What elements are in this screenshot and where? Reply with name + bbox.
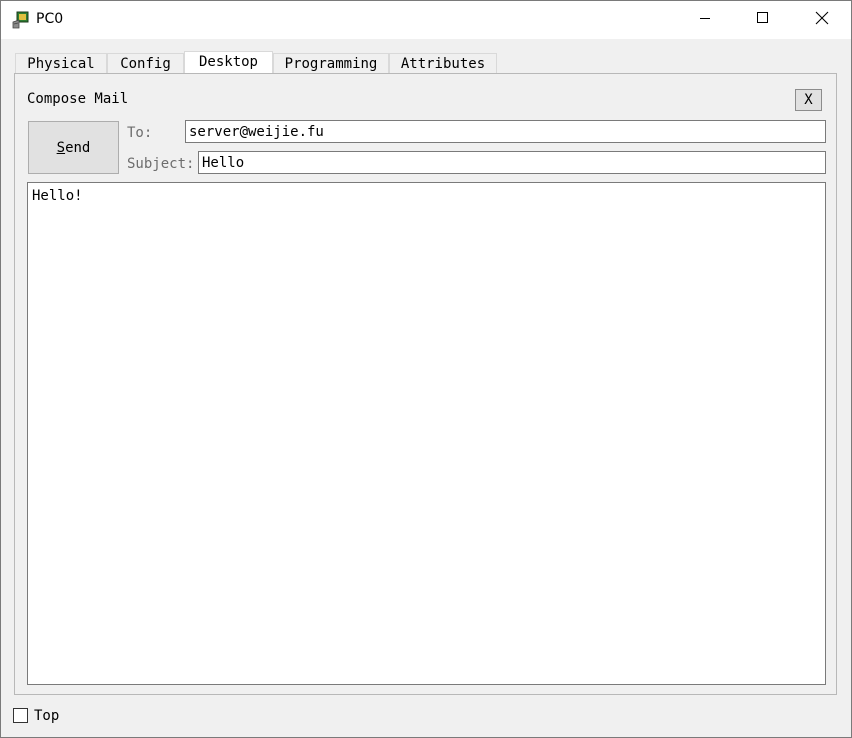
tab-bar: Physical Config Desktop Programming Attr… bbox=[15, 51, 497, 74]
tab-config[interactable]: Config bbox=[107, 53, 184, 74]
maximize-icon bbox=[757, 12, 769, 28]
tab-desktop[interactable]: Desktop bbox=[184, 51, 273, 74]
tab-physical[interactable]: Physical bbox=[15, 53, 107, 74]
pc0-window: PC0 Physical Config Desktop Programming … bbox=[0, 0, 852, 738]
close-compose-button[interactable]: X bbox=[795, 89, 822, 111]
minimize-button[interactable] bbox=[676, 1, 734, 39]
title-bar[interactable]: PC0 bbox=[1, 1, 851, 39]
window-title: PC0 bbox=[36, 11, 64, 27]
send-label-mnemonic: S bbox=[56, 139, 66, 156]
close-window-button[interactable] bbox=[793, 1, 851, 39]
maximize-button[interactable] bbox=[734, 1, 792, 39]
subject-label: Subject: bbox=[127, 156, 195, 172]
compose-title: Compose Mail bbox=[27, 91, 129, 107]
minimize-icon bbox=[699, 12, 711, 28]
close-icon bbox=[815, 11, 829, 29]
mail-body-textarea[interactable]: Hello! bbox=[27, 182, 826, 685]
to-label: To: bbox=[127, 125, 153, 141]
send-label-rest: end bbox=[65, 139, 91, 156]
top-checkbox-label: Top bbox=[34, 708, 60, 724]
to-field[interactable] bbox=[185, 120, 826, 143]
compose-mail-panel: Compose Mail X Send To: Subject: Hello! bbox=[14, 73, 837, 695]
top-checkbox[interactable] bbox=[13, 708, 28, 723]
subject-field[interactable] bbox=[198, 151, 826, 174]
pc-app-icon bbox=[11, 10, 31, 30]
tab-attributes[interactable]: Attributes bbox=[389, 53, 497, 74]
send-button[interactable]: Send bbox=[28, 121, 119, 174]
tab-programming[interactable]: Programming bbox=[273, 53, 389, 74]
